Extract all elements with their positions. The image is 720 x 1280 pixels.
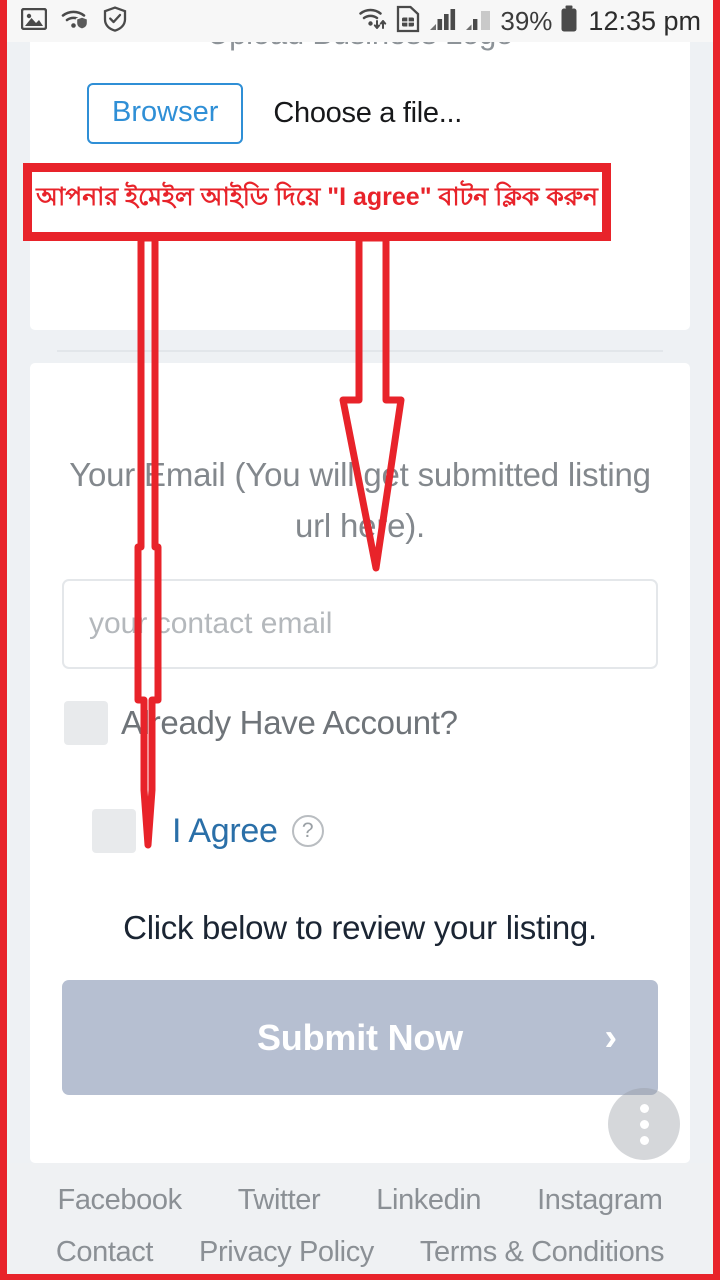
i-agree-checkbox[interactable] bbox=[92, 809, 136, 854]
footer-link-linkedin[interactable]: Linkedin bbox=[376, 1184, 481, 1217]
wifi-protected-icon bbox=[60, 7, 90, 36]
clock-label: 12:35 pm bbox=[588, 5, 701, 36]
email-input[interactable] bbox=[62, 579, 658, 670]
i-agree-row[interactable]: I Agree ? bbox=[62, 809, 658, 854]
divider-line bbox=[57, 350, 663, 352]
image-icon bbox=[20, 7, 48, 35]
fab-dot-1 bbox=[639, 1103, 649, 1113]
footer-link-terms-conditions[interactable]: Terms & Conditions bbox=[420, 1236, 665, 1269]
signal-bars-2-icon bbox=[465, 6, 493, 37]
footer-social-row: Facebook Twitter Linkedin Instagram bbox=[7, 1175, 713, 1217]
section-divider bbox=[7, 338, 713, 366]
footer: Facebook Twitter Linkedin Instagram Cont… bbox=[7, 1163, 713, 1274]
review-listing-text: Click below to review your listing. bbox=[123, 909, 597, 947]
sim-card-icon bbox=[395, 5, 421, 38]
shield-check-icon bbox=[103, 5, 127, 37]
wifi-transfer-icon bbox=[358, 6, 388, 37]
status-bar-left-icons bbox=[20, 5, 127, 37]
status-bar-right-icons: 39% 12:35 pm bbox=[358, 5, 701, 38]
file-picker-row: Browser Choose a file... bbox=[30, 83, 690, 144]
browse-file-button[interactable]: Browser bbox=[87, 83, 244, 144]
battery-icon bbox=[560, 5, 578, 38]
already-have-account-row[interactable]: Already Have Account? bbox=[62, 701, 658, 746]
footer-link-privacy-policy[interactable]: Privacy Policy bbox=[199, 1236, 374, 1269]
upload-logo-card: Upload Business Logo Browser Choose a fi… bbox=[30, 0, 690, 330]
help-question-icon[interactable]: ? bbox=[291, 815, 324, 848]
chevron-right-icon: › bbox=[604, 1016, 618, 1059]
status-bar: 39% 12:35 pm bbox=[7, 0, 713, 42]
footer-link-contact[interactable]: Contact bbox=[56, 1236, 154, 1269]
page-content: Upload Business Logo Browser Choose a fi… bbox=[7, 0, 713, 1274]
footer-link-twitter[interactable]: Twitter bbox=[238, 1184, 321, 1217]
submit-now-button[interactable]: Submit Now › bbox=[62, 980, 658, 1096]
submit-now-label: Submit Now bbox=[257, 1016, 463, 1058]
email-field-label: Your Email (You will get submitted listi… bbox=[69, 456, 651, 545]
already-have-account-checkbox[interactable] bbox=[64, 701, 108, 746]
file-status-label: Choose a file... bbox=[273, 97, 463, 129]
i-agree-label[interactable]: I Agree bbox=[172, 812, 278, 851]
phone-screen: 39% 12:35 pm Upload Business Logo Browse… bbox=[0, 0, 720, 1280]
footer-link-facebook[interactable]: Facebook bbox=[58, 1184, 183, 1217]
fab-dot-2 bbox=[639, 1119, 649, 1129]
email-submit-card: Your Email (You will get submitted listi… bbox=[30, 363, 690, 1163]
fab-dot-3 bbox=[639, 1135, 649, 1145]
already-have-account-label: Already Have Account? bbox=[121, 704, 458, 742]
footer-pages-row: Contact Privacy Policy Terms & Condition… bbox=[7, 1217, 713, 1269]
signal-bars-icon bbox=[428, 6, 458, 37]
footer-link-instagram[interactable]: Instagram bbox=[537, 1184, 663, 1217]
more-options-fab[interactable] bbox=[608, 1088, 680, 1160]
battery-percent-label: 39% bbox=[500, 5, 553, 36]
